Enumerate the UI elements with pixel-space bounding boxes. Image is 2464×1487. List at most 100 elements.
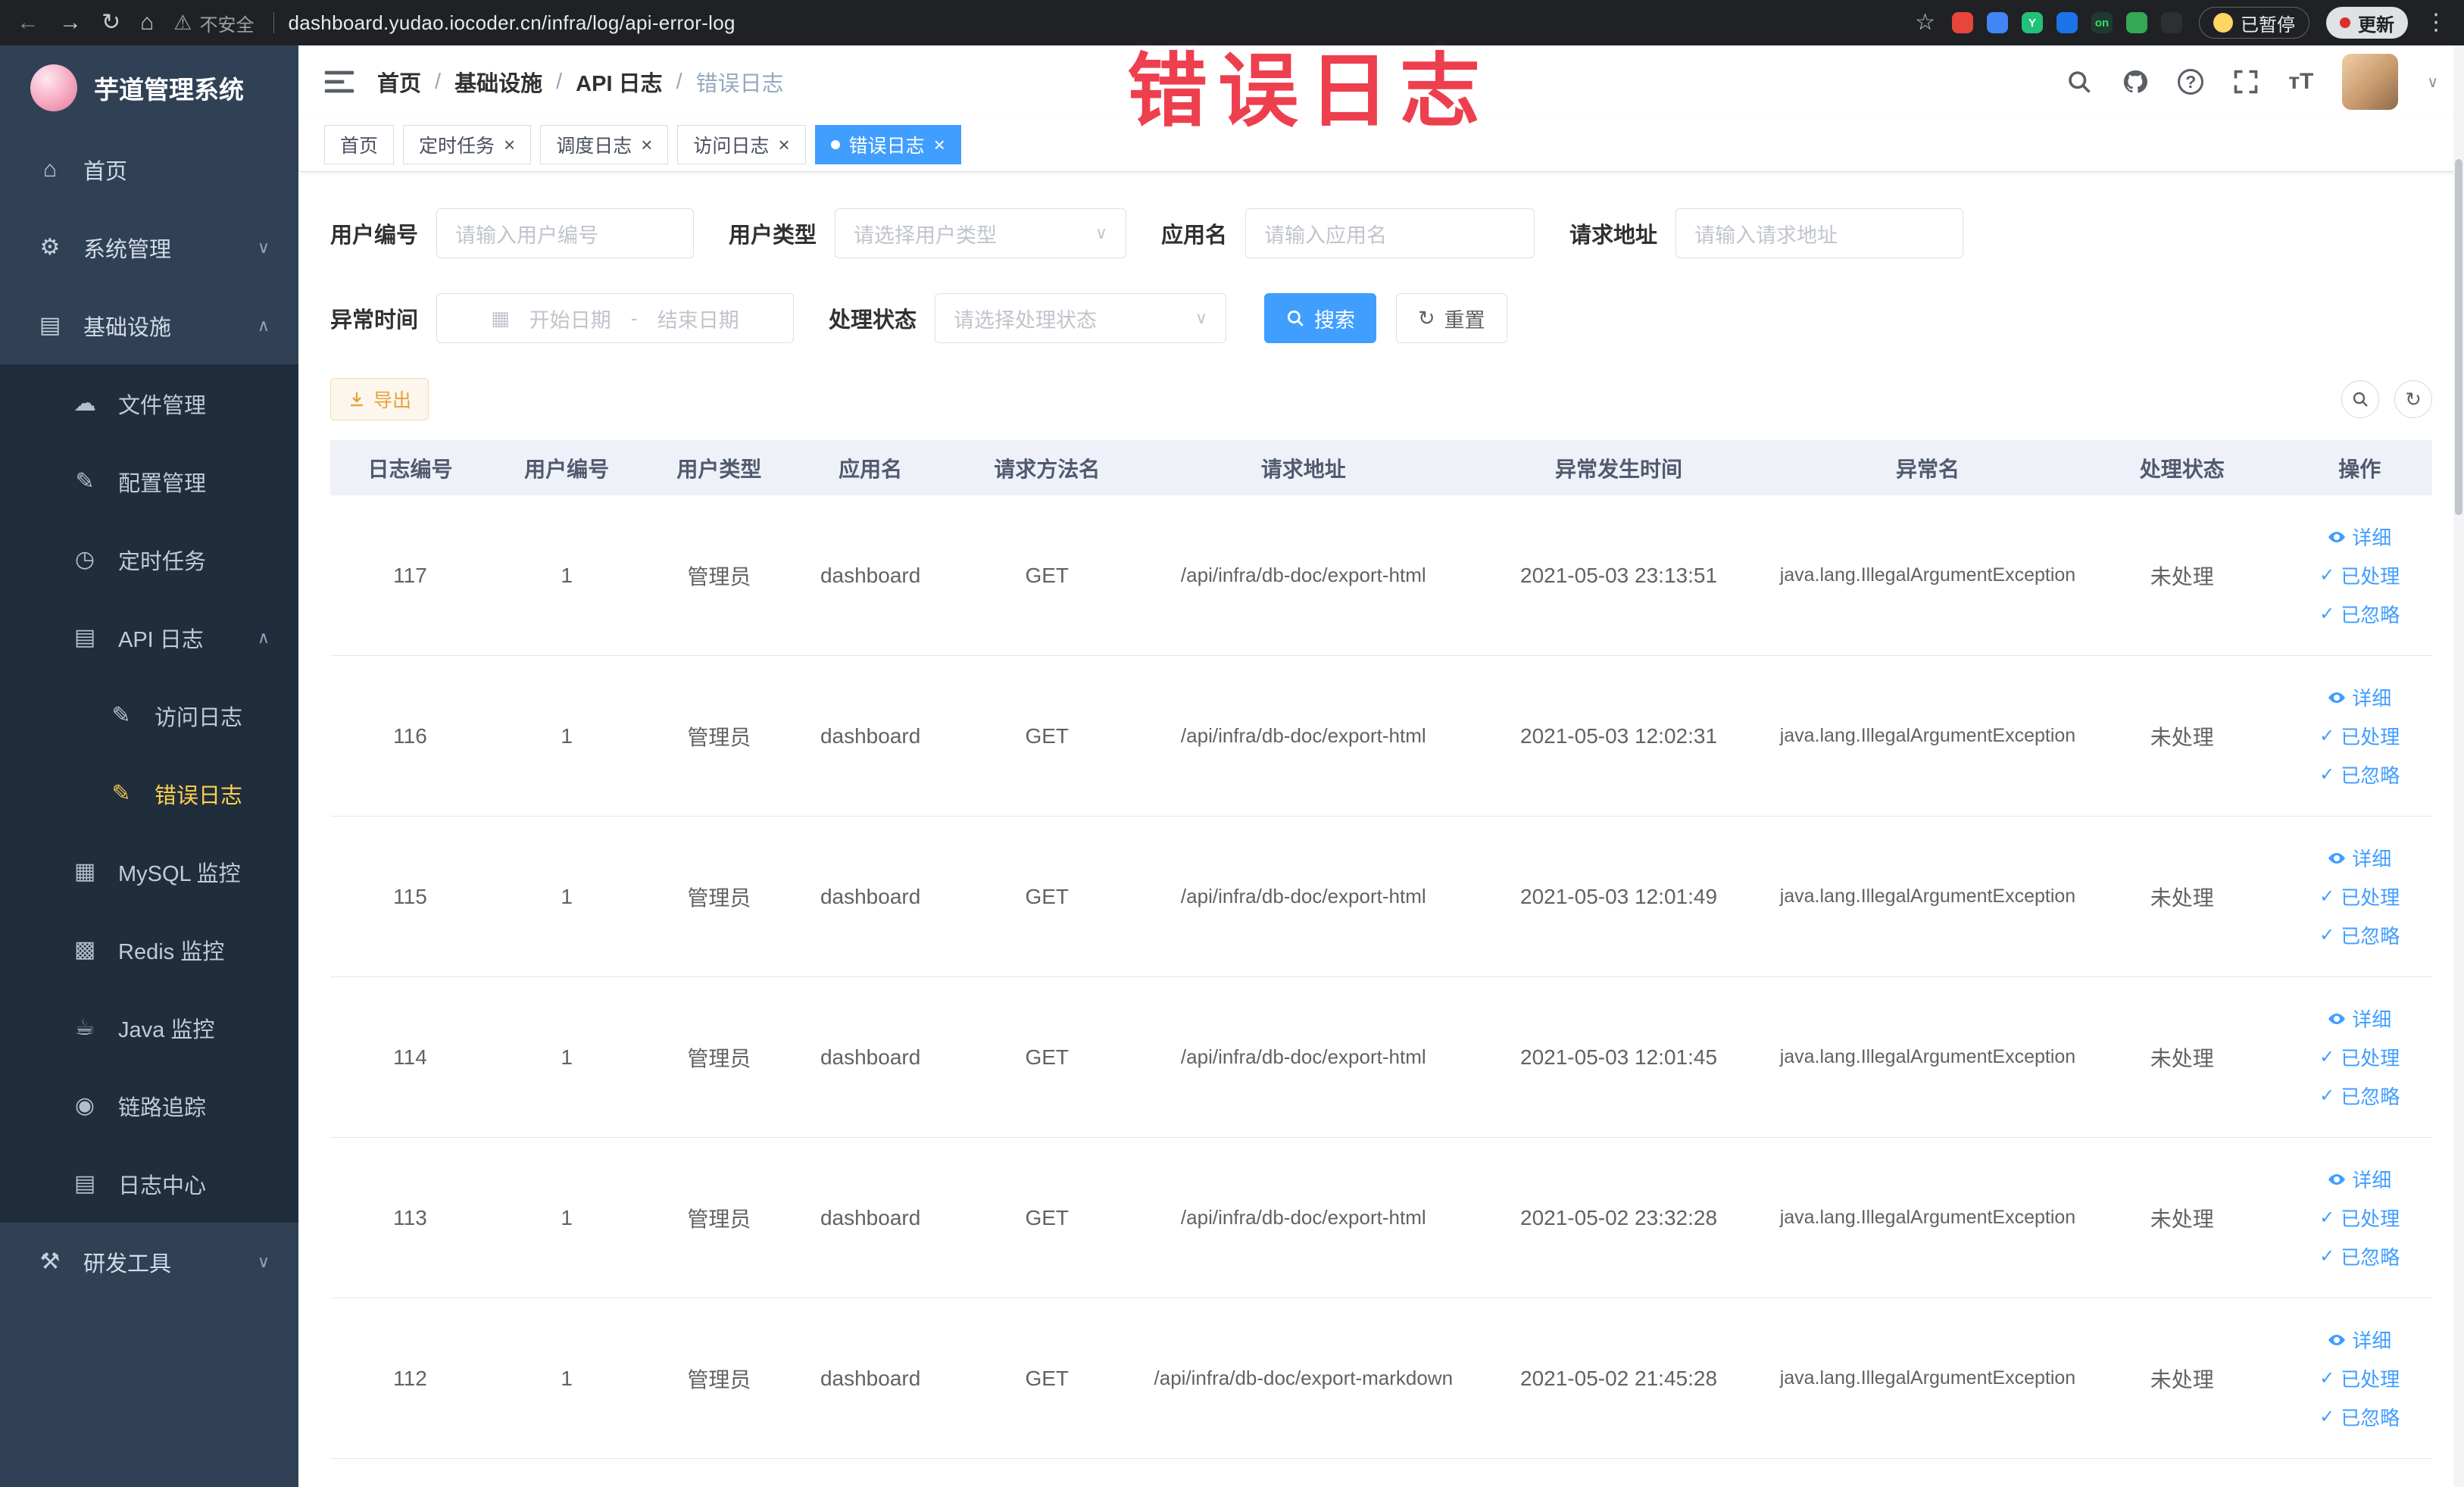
redis-icon: ▩: [73, 937, 96, 962]
view-icon: [2328, 849, 2346, 867]
sidebar-item-研发工具[interactable]: ⚒ 研发工具 ∨: [0, 1223, 298, 1301]
breadcrumb: 首页 / 基础设施 / API 日志 / 错误日志: [377, 66, 784, 98]
process-status-select[interactable]: 请选择处理状态 ∨: [935, 293, 1227, 343]
sidebar-item-MySQL 监控[interactable]: ▦ MySQL 监控: [0, 833, 298, 911]
page-scrollbar[interactable]: [2453, 45, 2464, 1487]
action-详细[interactable]: 详细: [2328, 683, 2391, 711]
action-已忽略[interactable]: ✓ 已忽略: [2319, 761, 2400, 789]
browser-home-icon[interactable]: ⌂: [140, 11, 154, 34]
action-已处理[interactable]: ✓ 已处理: [2319, 1204, 2400, 1232]
sidebar-item-系统管理[interactable]: ⚙ 系统管理 ∨: [0, 208, 298, 286]
action-详细[interactable]: 详细: [2328, 1004, 2391, 1032]
tab-close-icon[interactable]: ×: [934, 135, 945, 155]
sidebar-item-Redis 监控[interactable]: ▩ Redis 监控: [0, 911, 298, 989]
breadcrumb-item-3[interactable]: API 日志: [576, 66, 662, 98]
extension-green-y[interactable]: Y: [2022, 12, 2043, 33]
tab-label: 首页: [340, 136, 379, 157]
sidebar-item-链路追踪[interactable]: ◉ 链路追踪: [0, 1067, 298, 1145]
refresh-icon: ↻: [2405, 387, 2422, 411]
action-label: 已处理: [2341, 1368, 2400, 1391]
extension-dark-paw[interactable]: [2161, 12, 2182, 33]
app-name-input[interactable]: 请输入应用名: [1245, 208, 1535, 258]
tab-错误日志[interactable]: 错误日志 ×: [814, 125, 961, 164]
extension-blue-grid[interactable]: [2056, 12, 2078, 33]
check-icon: ✓: [2319, 1086, 2335, 1106]
update-button[interactable]: 更新: [2326, 7, 2408, 39]
action-已处理[interactable]: ✓ 已处理: [2319, 561, 2400, 589]
security-label[interactable]: 不安全: [199, 10, 254, 36]
action-已处理[interactable]: ✓ 已处理: [2319, 722, 2400, 750]
browser-menu-icon[interactable]: ⋮: [2425, 11, 2447, 34]
request-url-input[interactable]: 请输入请求地址: [1675, 208, 1964, 258]
forward-icon[interactable]: →: [59, 11, 82, 34]
sidebar-item-label: Java 监控: [118, 1017, 215, 1042]
action-已处理[interactable]: ✓ 已处理: [2319, 1364, 2400, 1392]
avatar[interactable]: [2342, 54, 2399, 110]
tab-首页[interactable]: 首页: [324, 125, 395, 164]
action-已忽略[interactable]: ✓ 已忽略: [2319, 1403, 2400, 1431]
tab-close-icon[interactable]: ×: [641, 135, 652, 155]
action-已忽略[interactable]: ✓ 已忽略: [2319, 921, 2400, 949]
action-详细[interactable]: 详细: [2328, 523, 2391, 551]
font-size-icon[interactable]: тT: [2288, 69, 2313, 95]
url-text[interactable]: dashboard.yudao.iocoder.cn/infra/log/api…: [288, 11, 735, 35]
sidebar-item-访问日志[interactable]: ✎ 访问日志: [0, 676, 298, 754]
action-详细[interactable]: 详细: [2328, 1165, 2391, 1193]
hamburger-icon[interactable]: [324, 70, 354, 94]
sidebar-item-API 日志[interactable]: ▤ API 日志 ∧: [0, 598, 298, 676]
cell-method: GET: [1025, 1045, 1070, 1069]
extension-green-leaf[interactable]: [2126, 12, 2147, 33]
sidebar-item-文件管理[interactable]: ☁ 文件管理: [0, 364, 298, 442]
app-logo[interactable]: 芋道管理系统: [0, 45, 298, 130]
sidebar-item-首页[interactable]: ⌂ 首页: [0, 130, 298, 208]
column-header-操作: 操作: [2338, 457, 2381, 481]
tab-close-icon[interactable]: ×: [504, 135, 515, 155]
action-已忽略[interactable]: ✓ 已忽略: [2319, 1242, 2400, 1270]
sidebar-item-Java 监控[interactable]: ☕ Java 监控: [0, 989, 298, 1067]
extension-red-circle[interactable]: [1952, 12, 1973, 33]
export-button[interactable]: 导出: [330, 378, 429, 420]
breadcrumb-item-2[interactable]: 基础设施: [454, 66, 542, 98]
tab-访问日志[interactable]: 访问日志 ×: [677, 125, 806, 164]
breadcrumb-item-4: 错误日志: [695, 72, 784, 96]
tab-定时任务[interactable]: 定时任务 ×: [403, 125, 532, 164]
reset-button[interactable]: ↻ 重置: [1396, 293, 1507, 343]
action-label: 已处理: [2341, 1207, 2400, 1230]
tab-调度日志[interactable]: 调度日志 ×: [540, 125, 669, 164]
user-id-input[interactable]: 请输入用户编号: [436, 208, 695, 258]
action-已处理[interactable]: ✓ 已处理: [2319, 883, 2400, 911]
security-warning-icon[interactable]: ⚠: [173, 11, 192, 35]
help-icon[interactable]: ?: [2178, 69, 2204, 95]
exception-time-range-picker[interactable]: ▦ 开始日期 - 结束日期: [436, 293, 795, 343]
fullscreen-icon[interactable]: [2232, 68, 2259, 95]
sidebar-item-配置管理[interactable]: ✎ 配置管理: [0, 442, 298, 520]
search-button[interactable]: 搜索: [1264, 293, 1377, 343]
sidebar-item-日志中心[interactable]: ▤ 日志中心: [0, 1145, 298, 1223]
tab-close-icon[interactable]: ×: [778, 135, 789, 155]
sidebar-item-错误日志[interactable]: ✎ 错误日志: [0, 754, 298, 833]
extension-blue-drop[interactable]: [1987, 12, 2008, 33]
sidebar-item-定时任务[interactable]: ◷ 定时任务: [0, 520, 298, 598]
process-status-placeholder: 请选择处理状态: [954, 308, 1098, 332]
user-type-select[interactable]: 请选择用户类型 ∨: [835, 208, 1127, 258]
reload-icon[interactable]: ↻: [101, 11, 120, 34]
scrollbar-thumb[interactable]: [2455, 159, 2462, 515]
action-详细[interactable]: 详细: [2328, 1326, 2391, 1354]
search-icon[interactable]: [2066, 68, 2093, 95]
toggle-search-button[interactable]: [2341, 380, 2379, 418]
action-详细[interactable]: 详细: [2328, 844, 2391, 872]
bookmark-star-icon[interactable]: ☆: [1915, 11, 1935, 34]
check-icon: ✓: [2319, 1047, 2335, 1067]
refresh-table-button[interactable]: ↻: [2394, 380, 2432, 418]
extension-on-switch[interactable]: on: [2091, 12, 2113, 33]
action-已忽略[interactable]: ✓ 已忽略: [2319, 600, 2400, 628]
breadcrumb-item-1[interactable]: 首页: [377, 66, 421, 98]
search-button-label: 搜索: [1314, 308, 1356, 332]
paused-badge[interactable]: 已暂停: [2199, 7, 2309, 39]
chevron-down-icon[interactable]: ∨: [2427, 73, 2438, 92]
back-icon[interactable]: ←: [17, 11, 39, 34]
action-已处理[interactable]: ✓ 已处理: [2319, 1043, 2400, 1071]
github-icon[interactable]: [2122, 68, 2149, 95]
sidebar-item-基础设施[interactable]: ▤ 基础设施 ∧: [0, 286, 298, 364]
action-已忽略[interactable]: ✓ 已忽略: [2319, 1082, 2400, 1110]
